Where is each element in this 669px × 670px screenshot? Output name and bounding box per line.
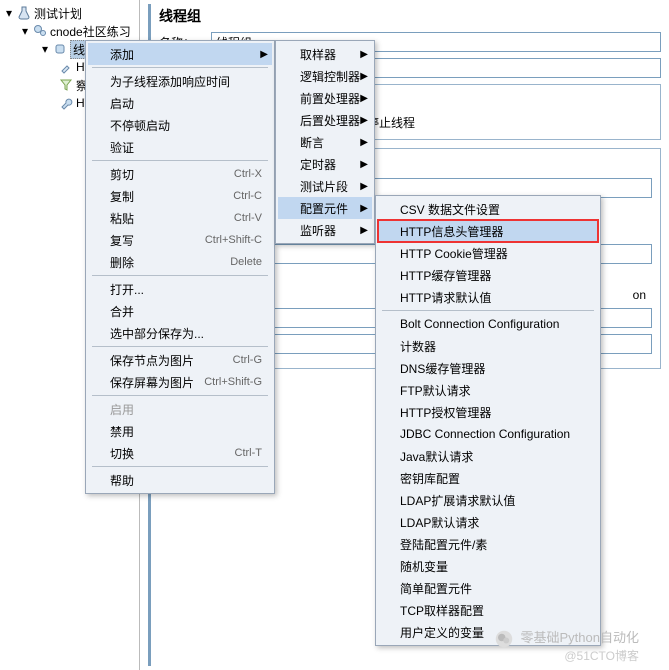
tree-label: cnode社区练习: [50, 23, 131, 40]
chevron-right-icon: ▶: [360, 137, 368, 148]
tree-root[interactable]: ▾ 测试计划: [0, 4, 139, 22]
menu-item-disable[interactable]: 禁用: [88, 420, 272, 442]
gears-icon: [32, 23, 48, 39]
menu-item-logic-controller[interactable]: 逻辑控制器▶: [278, 65, 372, 87]
menu-item-bolt-config[interactable]: Bolt Connection Configuration: [378, 313, 598, 335]
menu-item-login-config[interactable]: 登陆配置元件/素: [378, 533, 598, 555]
menu-item-http-cache-manager[interactable]: HTTP缓存管理器: [378, 264, 598, 286]
menu-item-ldap-defaults[interactable]: LDAP默认请求: [378, 511, 598, 533]
menu-item-java-defaults[interactable]: Java默认请求: [378, 445, 598, 467]
menu-item-ftp-defaults[interactable]: FTP默认请求: [378, 379, 598, 401]
menu-item-csv-data-set[interactable]: CSV 数据文件设置: [378, 198, 598, 220]
context-menu-main: 添加▶ 为子线程添加响应时间 启动 不停顿启动 验证 剪切Ctrl-X 复制Ct…: [85, 40, 275, 494]
tree-label: 测试计划: [34, 5, 82, 22]
menu-item-sampler[interactable]: 取样器▶: [278, 43, 372, 65]
menu-item-duplicate[interactable]: 复写Ctrl+Shift-C: [88, 229, 272, 251]
menu-item-timer[interactable]: 定时器▶: [278, 153, 372, 175]
menu-item-enable: 启用: [88, 398, 272, 420]
menu-item-listener[interactable]: 监听器▶: [278, 219, 372, 241]
menu-separator: [92, 395, 268, 396]
menu-separator: [92, 160, 268, 161]
chevron-right-icon: ▶: [360, 225, 368, 236]
menu-item-counter[interactable]: 计数器: [378, 335, 598, 357]
menu-item-open[interactable]: 打开...: [88, 278, 272, 300]
menu-separator: [92, 67, 268, 68]
menu-item-cut[interactable]: 剪切Ctrl-X: [88, 163, 272, 185]
collapse-icon[interactable]: ▾: [40, 44, 50, 54]
collapse-icon[interactable]: ▾: [20, 26, 30, 36]
menu-item-simple-config[interactable]: 简单配置元件: [378, 577, 598, 599]
menu-separator: [92, 275, 268, 276]
menu-item-user-defined-vars[interactable]: 用户定义的变量: [378, 621, 598, 643]
menu-item-post-processor[interactable]: 后置处理器▶: [278, 109, 372, 131]
menu-item-save-screen-image[interactable]: 保存屏幕为图片Ctrl+Shift-G: [88, 371, 272, 393]
context-menu-add: 取样器▶ 逻辑控制器▶ 前置处理器▶ 后置处理器▶ 断言▶ 定时器▶ 测试片段▶…: [275, 40, 375, 244]
menu-item-add[interactable]: 添加▶: [88, 43, 272, 65]
context-menu-config-elements: CSV 数据文件设置 HTTP信息头管理器 HTTP Cookie管理器 HTT…: [375, 195, 601, 646]
chevron-right-icon: ▶: [360, 203, 368, 214]
tree-item-cnode[interactable]: ▾ cnode社区练习: [0, 22, 139, 40]
chevron-right-icon: ▶: [360, 49, 368, 60]
menu-item-delete[interactable]: 删除Delete: [88, 251, 272, 273]
menu-item-http-cookie-manager[interactable]: HTTP Cookie管理器: [378, 242, 598, 264]
menu-item-save-node-image[interactable]: 保存节点为图片Ctrl-G: [88, 349, 272, 371]
chevron-right-icon: ▶: [360, 93, 368, 104]
menu-item-http-auth-manager[interactable]: HTTP授权管理器: [378, 401, 598, 423]
menu-separator: [92, 466, 268, 467]
menu-item-add-response-time[interactable]: 为子线程添加响应时间: [88, 70, 272, 92]
menu-item-validate[interactable]: 验证: [88, 136, 272, 158]
menu-item-assertion[interactable]: 断言▶: [278, 131, 372, 153]
chevron-right-icon: ▶: [360, 71, 368, 82]
collapse-icon[interactable]: ▾: [4, 8, 14, 18]
menu-item-http-request-defaults[interactable]: HTTP请求默认值: [378, 286, 598, 308]
chevron-right-icon: ▶: [360, 115, 368, 126]
wrench-icon: [58, 95, 74, 111]
menu-item-dns-cache-manager[interactable]: DNS缓存管理器: [378, 357, 598, 379]
menu-item-start-no-pause[interactable]: 不停顿启动: [88, 114, 272, 136]
menu-item-test-fragment[interactable]: 测试片段▶: [278, 175, 372, 197]
menu-item-keystore-config[interactable]: 密钥库配置: [378, 467, 598, 489]
menu-separator: [382, 310, 594, 311]
menu-item-start[interactable]: 启动: [88, 92, 272, 114]
menu-item-http-header-manager[interactable]: HTTP信息头管理器: [378, 220, 598, 242]
menu-item-save-selection-as[interactable]: 选中部分保存为...: [88, 322, 272, 344]
menu-item-copy[interactable]: 复制Ctrl-C: [88, 185, 272, 207]
menu-item-tcp-sampler-config[interactable]: TCP取样器配置: [378, 599, 598, 621]
funnel-icon: [58, 77, 74, 93]
flask-icon: [16, 5, 32, 21]
chevron-right-icon: ▶: [360, 159, 368, 170]
chevron-right-icon: ▶: [260, 49, 268, 60]
menu-item-pre-processor[interactable]: 前置处理器▶: [278, 87, 372, 109]
menu-item-merge[interactable]: 合并: [88, 300, 272, 322]
menu-item-paste[interactable]: 粘贴Ctrl-V: [88, 207, 272, 229]
menu-item-config-element[interactable]: 配置元件▶: [278, 197, 372, 219]
menu-item-jdbc-config[interactable]: JDBC Connection Configuration: [378, 423, 598, 445]
menu-item-ldap-ext-defaults[interactable]: LDAP扩展请求默认值: [378, 489, 598, 511]
menu-separator: [92, 346, 268, 347]
menu-item-random-variable[interactable]: 随机变量: [378, 555, 598, 577]
menu-item-help[interactable]: 帮助: [88, 469, 272, 491]
spool-icon: [52, 41, 68, 57]
menu-item-toggle[interactable]: 切换Ctrl-T: [88, 442, 272, 464]
dropper-icon: [58, 59, 74, 75]
page-title: 线程组: [159, 4, 661, 32]
chevron-right-icon: ▶: [360, 181, 368, 192]
on-text: on: [633, 288, 652, 302]
